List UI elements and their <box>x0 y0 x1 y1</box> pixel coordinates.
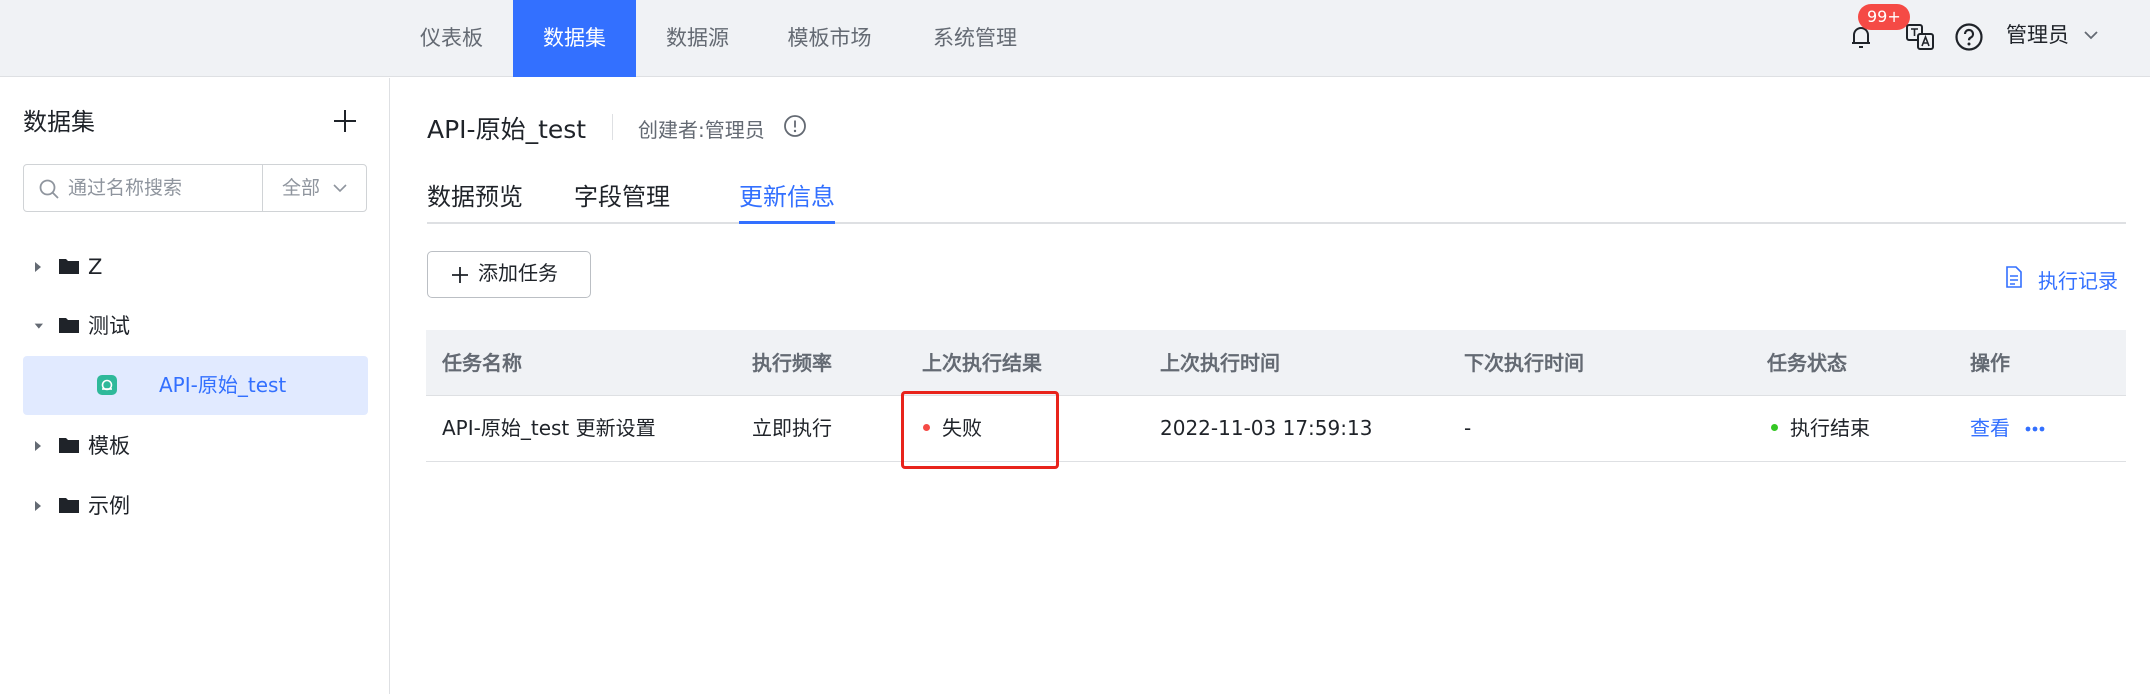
column-header: 操作 <box>1970 351 2010 375</box>
more-icon[interactable] <box>2024 425 2046 433</box>
tree-folder-example[interactable]: 示例 <box>0 484 390 528</box>
tree-item-dataset-selected[interactable]: API-原始_test <box>23 356 368 415</box>
help-icon[interactable] <box>1952 20 1986 54</box>
column-header: 任务状态 <box>1767 351 1847 375</box>
sidebar-title: 数据集 <box>23 108 95 136</box>
column-header: 上次执行结果 <box>922 351 1042 375</box>
fail-status-dot <box>923 424 930 431</box>
table-header: 任务名称 执行频率 上次执行结果 上次执行时间 下次执行时间 任务状态 操作 <box>426 330 2126 396</box>
last-result-text: 失败 <box>942 416 982 440</box>
nav-item-datasource[interactable]: 数据源 <box>636 0 759 77</box>
folder-icon <box>59 498 79 513</box>
translate-icon[interactable] <box>1903 20 1937 54</box>
dataset-tabs: 数据预览 字段管理 更新信息 <box>427 174 2126 224</box>
add-dataset-icon[interactable] <box>332 108 358 134</box>
folder-open-icon <box>59 318 79 333</box>
column-header: 任务名称 <box>442 351 522 375</box>
api-dataset-icon <box>97 375 117 395</box>
tree-folder-label: 模板 <box>88 434 130 458</box>
task-table: 任务名称 执行频率 上次执行结果 上次执行时间 下次执行时间 任务状态 操作 A… <box>426 330 2126 462</box>
top-nav-bar: 仪表板 数据集 数据源 模板市场 系统管理 99+ 管理员 <box>0 0 2150 77</box>
chevron-down-icon[interactable] <box>2083 28 2099 42</box>
task-name-cell: API-原始_test 更新设置 <box>442 416 656 440</box>
info-icon[interactable] <box>783 114 807 138</box>
caret-down-icon[interactable] <box>32 322 44 332</box>
column-header: 下次执行时间 <box>1464 351 1584 375</box>
column-header: 上次执行时间 <box>1160 351 1280 375</box>
title-divider <box>612 114 613 140</box>
search-filter-select[interactable]: 全部 <box>282 165 320 211</box>
tree-folder-label: Z <box>88 255 103 279</box>
tab-data-preview[interactable]: 数据预览 <box>427 174 523 224</box>
search-input[interactable] <box>68 165 283 211</box>
plus-icon <box>452 267 468 283</box>
user-menu[interactable]: 管理员 <box>2006 0 2069 70</box>
notification-badge: 99+ <box>1858 4 1910 30</box>
status-cell: 执行结束 <box>1771 396 1870 460</box>
folder-icon <box>59 438 79 453</box>
view-link[interactable]: 查看 <box>1970 396 2010 460</box>
add-task-label: 添加任务 <box>478 263 558 285</box>
tab-field-management[interactable]: 字段管理 <box>574 174 670 224</box>
tree-folder-label: 测试 <box>88 314 130 338</box>
folder-icon <box>59 259 79 274</box>
nav-item-system-management[interactable]: 系统管理 <box>910 0 1040 77</box>
dataset-sidebar: 数据集 全部 Z 测试 API-原始_test <box>0 78 390 694</box>
search-icon <box>39 179 59 199</box>
status-text: 执行结束 <box>1790 416 1870 440</box>
dataset-title: API-原始_test <box>427 115 587 144</box>
tree-folder-test[interactable]: 测试 <box>0 304 390 348</box>
frequency-cell: 立即执行 <box>752 416 832 440</box>
column-header: 执行频率 <box>752 351 832 375</box>
success-status-dot <box>1771 424 1778 431</box>
dataset-creator: 创建者:管理员 <box>638 118 765 142</box>
caret-right-icon[interactable] <box>33 261 43 273</box>
caret-right-icon[interactable] <box>33 500 43 512</box>
search-box: 全部 <box>23 164 367 212</box>
caret-right-icon[interactable] <box>33 440 43 452</box>
tree-folder-label: 示例 <box>88 494 130 518</box>
tree-item-label: API-原始_test <box>159 373 287 397</box>
execution-record-label: 执行记录 <box>2038 269 2118 293</box>
last-time-cell: 2022-11-03 17:59:13 <box>1160 416 1373 440</box>
main-content: API-原始_test 创建者:管理员 数据预览 字段管理 更新信息 添加任务 … <box>391 78 2150 694</box>
nav-item-dataset[interactable]: 数据集 <box>513 0 636 77</box>
document-icon <box>2006 266 2022 288</box>
tab-update-info[interactable]: 更新信息 <box>739 174 835 224</box>
chevron-down-icon[interactable] <box>332 181 348 195</box>
add-task-button[interactable]: 添加任务 <box>427 251 591 298</box>
tree-folder-z[interactable]: Z <box>0 245 390 289</box>
table-row: API-原始_test 更新设置 立即执行 失败 2022-11-03 17:5… <box>426 396 2126 462</box>
next-time-cell: - <box>1464 416 1472 440</box>
last-result-cell: 失败 <box>923 396 982 460</box>
search-divider <box>262 165 263 211</box>
nav-item-template-market[interactable]: 模板市场 <box>767 0 892 77</box>
nav-item-dashboard[interactable]: 仪表板 <box>390 0 513 77</box>
tree-folder-template[interactable]: 模板 <box>0 424 390 468</box>
